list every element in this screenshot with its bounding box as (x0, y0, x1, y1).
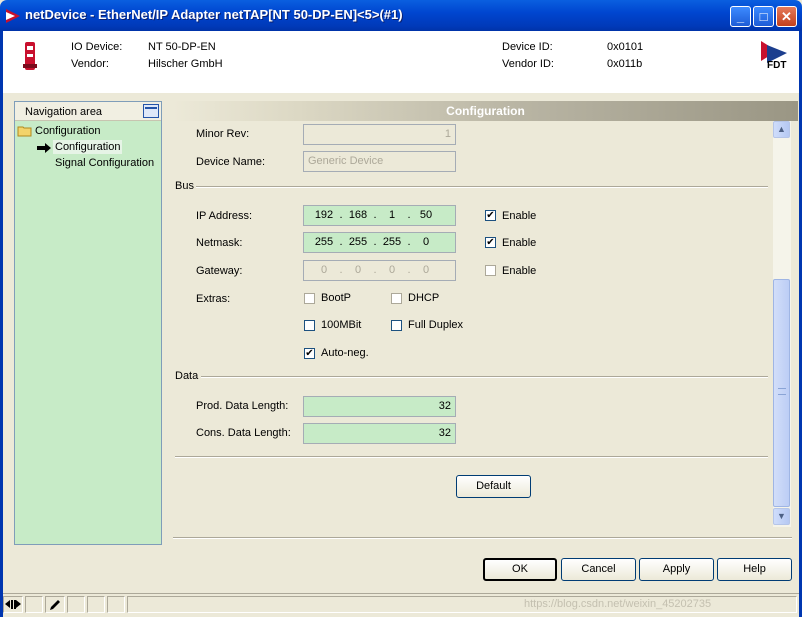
gateway-label: Gateway: (196, 265, 243, 277)
ip-octet-3[interactable]: 1 (378, 206, 406, 225)
nav-item-signal-configuration[interactable]: Signal Configuration (55, 157, 154, 169)
configuration-title: Configuration (446, 104, 525, 118)
maximize-button[interactable]: □ (753, 6, 774, 27)
gateway-enable-label: Enable (502, 265, 537, 277)
netmask-enable-checkbox[interactable]: ✔ (485, 237, 496, 248)
cons-data-length-field[interactable]: 32 (303, 423, 456, 444)
help-button[interactable]: Help (717, 558, 792, 581)
ip-octet-4[interactable]: 50 (412, 206, 440, 225)
ip-enable-checkbox[interactable]: ✔ (485, 210, 496, 221)
gateway-field: 0.0.0.0 (303, 260, 456, 281)
device-icon (23, 42, 37, 70)
io-device-label: IO Device: (71, 41, 123, 53)
nav-header: Navigation area (15, 102, 161, 121)
netmask-enable-label: Enable (502, 237, 537, 249)
bootp-label: BootP (321, 292, 351, 304)
full-duplex-label: Full Duplex (408, 319, 464, 331)
minor-rev-field: 1 (303, 124, 456, 145)
ip-octet-2[interactable]: 168 (344, 206, 372, 225)
netmask-label: Netmask: (196, 237, 243, 249)
bus-separator (196, 186, 768, 188)
auto-neg-label: Auto-neg. (321, 347, 369, 359)
device-name-field: Generic Device (303, 151, 456, 172)
100mbit-label: 100MBit (321, 319, 362, 331)
minimize-button[interactable]: _ (730, 6, 751, 27)
io-device-value: NT 50-DP-EN (148, 41, 216, 53)
full-duplex-checkbox[interactable] (391, 320, 402, 331)
status-cell-edit[interactable] (45, 596, 65, 613)
nav-toggle-icon[interactable] (143, 104, 159, 118)
fdt-logo: FDT (757, 39, 793, 73)
gateway-enable-checkbox[interactable] (485, 265, 496, 276)
status-cell-5 (87, 596, 105, 613)
gateway-octet-4: 0 (422, 264, 430, 276)
gateway-octet-1: 0 (320, 264, 328, 276)
nav-root-configuration[interactable]: Configuration (35, 125, 100, 137)
gateway-octet-2: 0 (354, 264, 362, 276)
default-button[interactable]: Default (456, 475, 531, 498)
config-scrollbar[interactable]: ▲ ▼ (773, 121, 791, 527)
netmask-octet-3[interactable]: 255 (378, 233, 406, 252)
cons-data-length-label: Cons. Data Length: (196, 427, 291, 439)
title-bar[interactable]: netDevice - EtherNet/IP Adapter netTAP[N… (0, 0, 802, 31)
status-cell-4 (67, 596, 85, 613)
scroll-down-button[interactable]: ▼ (773, 508, 790, 525)
nav-item-configuration[interactable]: Configuration (53, 140, 123, 154)
scroll-up-button[interactable]: ▲ (773, 121, 790, 138)
footer-separator (173, 537, 792, 539)
netmask-field[interactable]: 255. 255. 255. 0 (303, 232, 456, 253)
prod-data-length-label: Prod. Data Length: (196, 400, 289, 412)
data-separator (201, 376, 768, 378)
ip-address-field[interactable]: 192. 168. 1. 50 (303, 205, 456, 226)
device-id-value: 0x0101 (607, 41, 644, 53)
app-icon (6, 9, 20, 23)
device-name-label: Device Name: (196, 156, 266, 168)
nav-tree: Configuration Configuration Signal Confi… (15, 121, 161, 544)
fdt-logo-text: FDT (767, 60, 787, 71)
arrow-right-icon (37, 143, 51, 153)
window-title: netDevice - EtherNet/IP Adapter netTAP[N… (25, 7, 403, 22)
netmask-octet-2[interactable]: 255 (344, 233, 372, 252)
vendor-id-label: Vendor ID: (502, 58, 554, 70)
nav-arrows-icon (5, 600, 21, 609)
bootp-checkbox[interactable] (304, 293, 315, 304)
gateway-octet-3: 0 (388, 264, 396, 276)
folder-open-icon (17, 126, 32, 137)
dhcp-checkbox[interactable] (391, 293, 402, 304)
minor-rev-label: Minor Rev: (196, 128, 250, 140)
watermark-text: https://blog.csdn.net/weixin_45202735 (524, 598, 712, 610)
prod-data-length-field[interactable]: 32 (303, 396, 456, 417)
cancel-button[interactable]: Cancel (561, 558, 636, 581)
vendor-label: Vendor: (71, 58, 109, 70)
netmask-octet-1[interactable]: 255 (310, 233, 338, 252)
ip-address-label: IP Address: (196, 210, 253, 222)
status-cell-2 (25, 596, 43, 613)
status-cell-nav[interactable] (3, 596, 23, 613)
ip-enable-label: Enable (502, 210, 537, 222)
ip-octet-1[interactable]: 192 (310, 206, 338, 225)
close-button[interactable]: ✕ (776, 6, 797, 27)
extras-label: Extras: (196, 293, 231, 305)
device-header: IO Device: NT 50-DP-EN Vendor: Hilscher … (3, 31, 799, 93)
device-id-label: Device ID: (502, 41, 553, 53)
netmask-octet-4[interactable]: 0 (412, 233, 440, 252)
status-cell-6 (107, 596, 125, 613)
pencil-icon (50, 600, 60, 610)
content-separator (175, 456, 768, 458)
auto-neg-checkbox[interactable]: ✔ (304, 348, 315, 359)
apply-button[interactable]: Apply (639, 558, 714, 581)
nav-title: Navigation area (25, 106, 103, 118)
bus-group-label: Bus (175, 180, 194, 192)
status-bar: https://blog.csdn.net/weixin_45202735 (3, 593, 799, 614)
status-text-cell: https://blog.csdn.net/weixin_45202735 (127, 596, 797, 613)
data-group-label: Data (175, 370, 199, 382)
scroll-thumb[interactable] (773, 279, 790, 507)
dhcp-label: DHCP (408, 292, 440, 304)
vendor-id-value: 0x011b (607, 58, 643, 70)
100mbit-checkbox[interactable] (304, 320, 315, 331)
ok-button[interactable]: OK (483, 558, 557, 581)
configuration-banner: Configuration (173, 101, 798, 121)
navigation-area: Navigation area Configuration Configurat… (14, 101, 162, 545)
vendor-value: Hilscher GmbH (148, 58, 223, 70)
